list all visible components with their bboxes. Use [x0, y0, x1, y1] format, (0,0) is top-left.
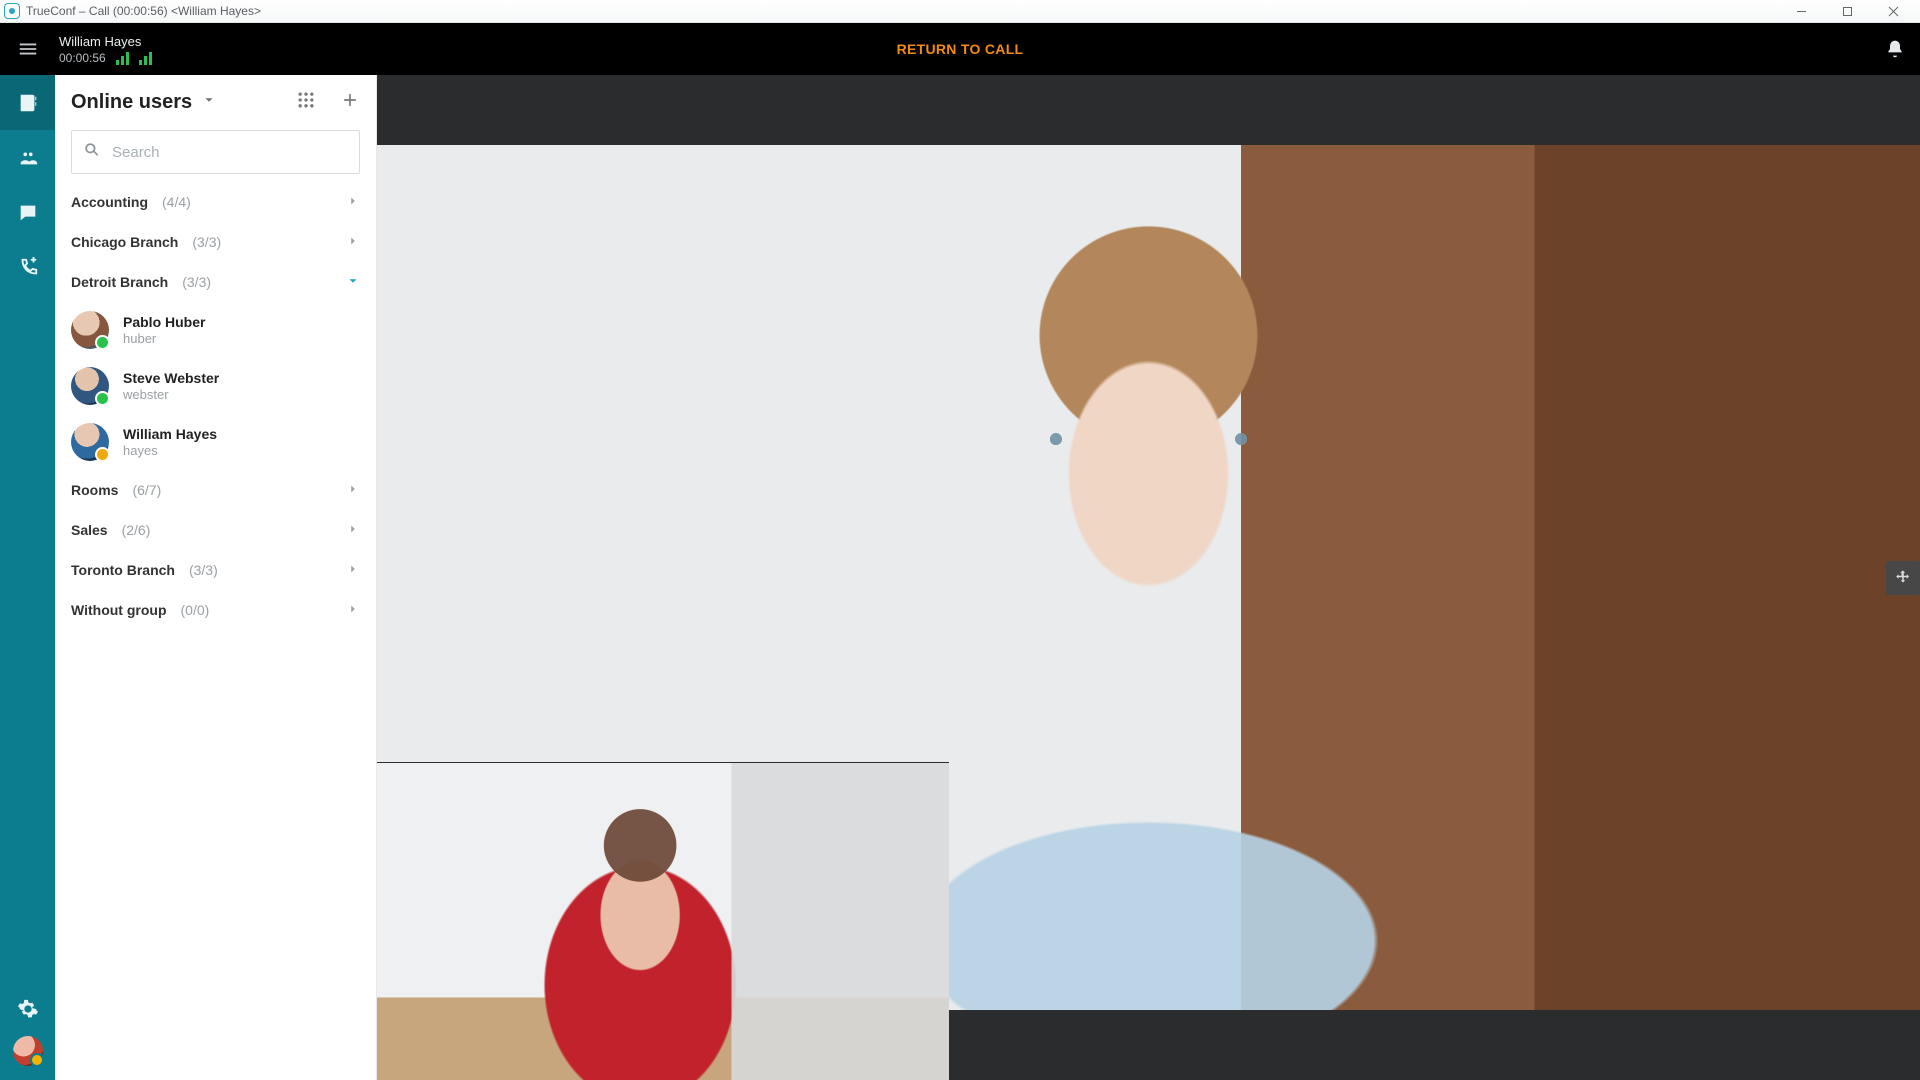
- self-avatar[interactable]: [13, 1036, 43, 1066]
- chevron-right-icon: [346, 194, 360, 211]
- window-close-button[interactable]: [1870, 0, 1916, 23]
- chevron-right-icon: [346, 234, 360, 251]
- avatar: [71, 311, 109, 349]
- nav-settings[interactable]: [0, 981, 55, 1036]
- dialpad-icon[interactable]: [296, 90, 316, 115]
- group-without[interactable]: Without group (0/0): [55, 590, 376, 630]
- nav-chat[interactable]: [0, 185, 55, 240]
- notifications-button[interactable]: [1870, 23, 1920, 75]
- window-maximize-button[interactable]: [1824, 0, 1870, 23]
- contact-row[interactable]: William Hayes hayes: [55, 414, 376, 470]
- window-title: TrueConf – Call (00:00:56) <William Haye…: [26, 4, 261, 18]
- app-topbar: William Hayes 00:00:56 RETURN TO CALL: [0, 23, 1920, 75]
- call-timer: 00:00:56: [59, 51, 106, 65]
- group-rooms[interactable]: Rooms (6/7): [55, 470, 376, 510]
- search-icon: [82, 140, 102, 165]
- nav-conferences[interactable]: [0, 130, 55, 185]
- return-to-call-button[interactable]: RETURN TO CALL: [897, 41, 1024, 57]
- avatar: [71, 423, 109, 461]
- search-field[interactable]: [71, 130, 360, 174]
- group-sales[interactable]: Sales (2/6): [55, 510, 376, 550]
- chevron-right-icon: [346, 602, 360, 619]
- nav-dialer[interactable]: [0, 240, 55, 295]
- avatar: [71, 367, 109, 405]
- chevron-right-icon: [346, 482, 360, 499]
- contact-row[interactable]: Pablo Huber huber: [55, 302, 376, 358]
- group-toronto[interactable]: Toronto Branch (3/3): [55, 550, 376, 590]
- add-contact-button[interactable]: [340, 90, 360, 115]
- search-input[interactable]: [112, 144, 349, 161]
- menu-button[interactable]: [0, 23, 55, 75]
- panel-title: Online users: [71, 91, 192, 114]
- chevron-right-icon: [346, 522, 360, 539]
- panel-filter-dropdown[interactable]: [202, 93, 216, 112]
- self-video-pip[interactable]: [377, 762, 949, 1080]
- group-chicago[interactable]: Chicago Branch (3/3): [55, 222, 376, 262]
- stage-top-bar: [377, 75, 1920, 145]
- nav-contacts[interactable]: [0, 75, 55, 130]
- contacts-panel: Online users Account: [55, 75, 377, 1080]
- move-handle-button[interactable]: [1886, 561, 1920, 595]
- chevron-right-icon: [346, 562, 360, 579]
- active-caller-name: William Hayes: [59, 34, 152, 49]
- group-accounting[interactable]: Accounting (4/4): [55, 182, 376, 222]
- signal-icon-remote: [139, 51, 152, 65]
- signal-icon-local: [116, 51, 129, 65]
- window-minimize-button[interactable]: [1778, 0, 1824, 23]
- chevron-down-icon: [346, 274, 360, 291]
- os-titlebar: TrueConf – Call (00:00:56) <William Haye…: [0, 0, 1920, 23]
- video-stage: [377, 75, 1920, 1080]
- nav-rail: [0, 75, 55, 1080]
- group-detroit[interactable]: Detroit Branch (3/3): [55, 262, 376, 302]
- app-icon: [4, 3, 20, 19]
- contact-row[interactable]: Steve Webster webster: [55, 358, 376, 414]
